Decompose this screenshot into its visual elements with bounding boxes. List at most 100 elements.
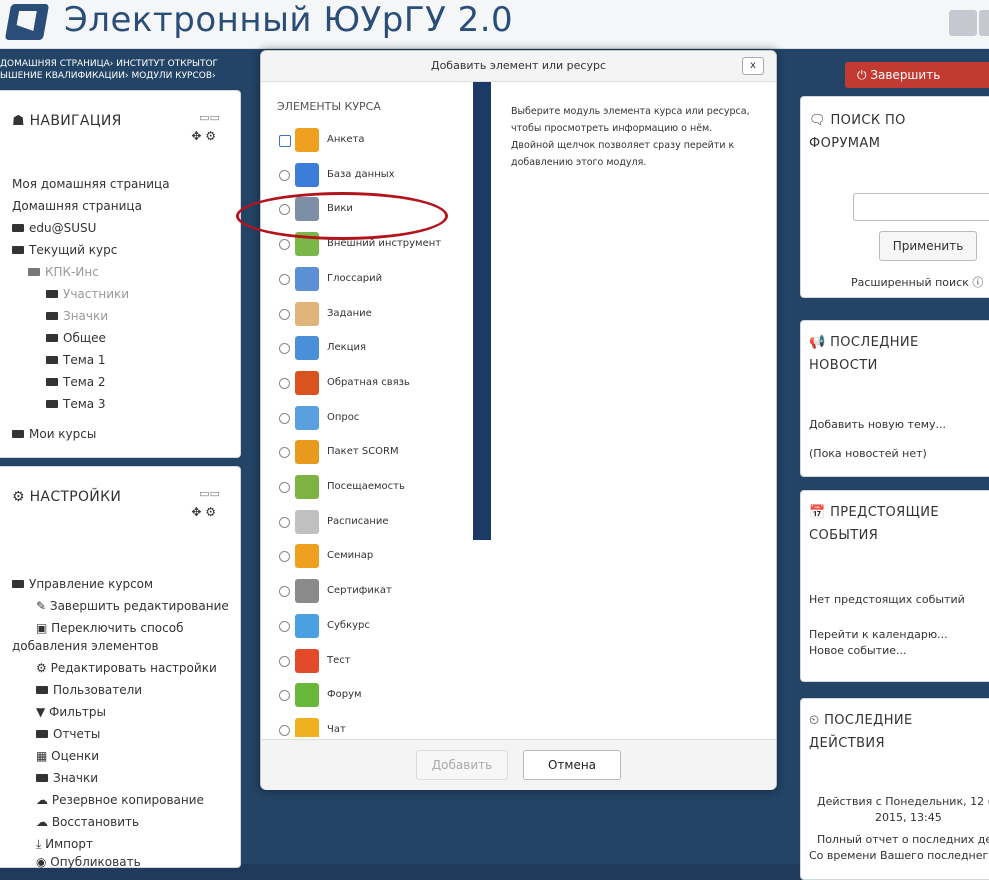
- activity-item[interactable]: Анкета: [275, 126, 465, 156]
- radio-button[interactable]: [279, 135, 291, 147]
- radio-button[interactable]: [279, 620, 290, 632]
- nav-item[interactable]: Текущий курс: [12, 243, 117, 257]
- dialog-footer: Добавить Отмена: [261, 739, 776, 790]
- settings-item[interactable]: ▦ Оценки: [36, 749, 99, 763]
- settings-item[interactable]: Значки: [36, 771, 98, 785]
- site-logo-icon[interactable]: [4, 4, 50, 40]
- activity-item[interactable]: Пакет SCORM: [275, 438, 465, 468]
- radio-button[interactable]: [279, 447, 290, 459]
- new-event-link[interactable]: Новое событие...: [809, 644, 907, 657]
- activity-item[interactable]: Задание: [275, 300, 465, 330]
- publish-icon: ◉: [36, 855, 51, 869]
- radio-button[interactable]: [279, 482, 290, 493]
- attendance-icon: [295, 475, 319, 499]
- lesson-icon: [295, 336, 319, 361]
- activity-item[interactable]: Глоссарий: [275, 265, 465, 295]
- settings-item[interactable]: Пользователи: [36, 683, 142, 697]
- settings-item[interactable]: ◉ Опубликовать: [36, 855, 141, 869]
- site-title[interactable]: Электронный ЮУрГУ 2.0: [64, 0, 513, 40]
- nav-item[interactable]: Участники: [46, 287, 129, 301]
- settings-item[interactable]: ⤓ Импорт: [36, 837, 93, 852]
- move-gear-icon[interactable]: ✥ ⚙: [191, 129, 216, 143]
- news-block: 📢 ПОСЛЕДНИЕ НОВОСТИ Добавить новую тему..…: [800, 320, 989, 477]
- chat-icon: [295, 717, 319, 737]
- settings-item[interactable]: ▼ Фильтры: [36, 705, 106, 719]
- activity-item[interactable]: Чат: [275, 716, 465, 737]
- filter-icon: ▼: [36, 705, 50, 719]
- nav-item[interactable]: Моя домашняя страница: [12, 177, 170, 191]
- advanced-search-link[interactable]: Расширенный поиск ⓘ: [851, 274, 983, 290]
- settings-item[interactable]: Управление курсом: [12, 577, 153, 591]
- settings-item[interactable]: ⚙ Редактировать настройки: [36, 661, 217, 675]
- activity-item[interactable]: Семинар: [275, 542, 465, 572]
- goto-calendar-link[interactable]: Перейти к календарю...: [809, 628, 948, 641]
- radio-button[interactable]: [279, 343, 290, 355]
- breadcrumb-line-2[interactable]: ЫШЕНИЕ КВАЛИФИКАЦИИ› МОДУЛИ КУРСОВ›: [0, 70, 280, 82]
- settings-item[interactable]: ☁ Восстановить: [36, 815, 139, 829]
- radio-button[interactable]: [279, 239, 290, 251]
- activity-item[interactable]: Посещаемость: [275, 473, 465, 503]
- finish-editing-button[interactable]: ⏻ Завершить редакти: [845, 62, 989, 108]
- add-button[interactable]: Добавить: [416, 750, 508, 780]
- nav-item[interactable]: Тема 2: [46, 375, 106, 389]
- info-stripe: [473, 82, 491, 540]
- radio-button[interactable]: [279, 655, 290, 667]
- activity-item[interactable]: Расписание: [275, 508, 465, 538]
- restore-icon: ☁: [36, 815, 52, 829]
- settings-item[interactable]: Отчеты: [36, 727, 100, 741]
- settings-item[interactable]: ✎ Завершить редактирование: [36, 599, 229, 613]
- nav-item[interactable]: Мои курсы: [12, 427, 96, 441]
- nav-item[interactable]: КПК-Инс: [28, 265, 99, 279]
- settings-item[interactable]: ☁ Резервное копирование: [36, 793, 204, 807]
- dock-icon[interactable]: ▭▭: [199, 111, 220, 124]
- add-topic-link[interactable]: Добавить новую тему...: [809, 418, 946, 431]
- nav-item[interactable]: Домашняя страница: [12, 199, 142, 213]
- radio-button[interactable]: [279, 516, 290, 528]
- activity-since-text: Действия с Понедельник, 12 (: [817, 795, 989, 808]
- nav-item[interactable]: edu@SUSU: [12, 221, 96, 235]
- nav-item[interactable]: Тема 1: [46, 353, 106, 367]
- description-line: Двойной щелчок позволяет сразу перейти к: [511, 140, 735, 151]
- nav-item[interactable]: Общее: [46, 331, 106, 345]
- radio-button[interactable]: [279, 377, 290, 389]
- activity-item[interactable]: База данных: [275, 161, 465, 191]
- radio-button[interactable]: [279, 724, 290, 736]
- facebook-icon[interactable]: [949, 10, 977, 36]
- help-icon[interactable]: ⓘ: [972, 276, 983, 289]
- folder-icon: [36, 686, 48, 694]
- radio-button[interactable]: [279, 551, 290, 563]
- activity-item[interactable]: Лекция: [275, 334, 465, 364]
- dock-icon[interactable]: ▭▭: [199, 487, 220, 500]
- forum-search-input[interactable]: [853, 193, 989, 221]
- folder-icon: [36, 774, 48, 782]
- radio-button[interactable]: [279, 690, 290, 702]
- grades-icon: ▦: [36, 749, 52, 763]
- nav-item[interactable]: Тема 3: [46, 397, 106, 411]
- move-gear-icon[interactable]: ✥ ⚙: [191, 505, 216, 519]
- radio-button[interactable]: [279, 586, 290, 598]
- radio-button[interactable]: [279, 308, 290, 320]
- settings-item-cont[interactable]: добавления элементов: [12, 639, 159, 653]
- glossary-icon: [295, 266, 319, 291]
- activity-item-label: Посещаемость: [327, 481, 405, 492]
- settings-item[interactable]: ▣ Переключить способ: [36, 621, 183, 635]
- activity-item[interactable]: Сертификат: [275, 577, 465, 607]
- nav-item[interactable]: Значки: [46, 309, 108, 323]
- activity-item[interactable]: Субкурс: [275, 612, 465, 642]
- activity-item[interactable]: Форум: [275, 681, 465, 711]
- breadcrumb-line-1[interactable]: ДОМАШНЯЯ СТРАНИЦА› ИНСТИТУТ ОТКРЫТОГ: [0, 58, 280, 70]
- gears-icon: ⚙: [12, 489, 30, 505]
- radio-button[interactable]: [279, 412, 290, 424]
- activity-item[interactable]: Опрос: [275, 404, 465, 434]
- activity-item[interactable]: Обратная связь: [275, 369, 465, 399]
- radio-button[interactable]: [279, 169, 290, 181]
- full-report-link[interactable]: Полный отчет о последних де: [817, 833, 989, 846]
- apply-button[interactable]: Применить: [879, 231, 977, 261]
- close-icon[interactable]: x: [742, 57, 764, 75]
- vk-icon[interactable]: [979, 10, 989, 36]
- radio-button[interactable]: [279, 273, 290, 285]
- activity-item[interactable]: Тест: [275, 647, 465, 677]
- cancel-button[interactable]: Отмена: [523, 750, 621, 780]
- forum-search-title: 🗨 ПОИСК ПО ФОРУМАМ: [809, 113, 906, 151]
- activity-item-label: Анкета: [327, 134, 365, 145]
